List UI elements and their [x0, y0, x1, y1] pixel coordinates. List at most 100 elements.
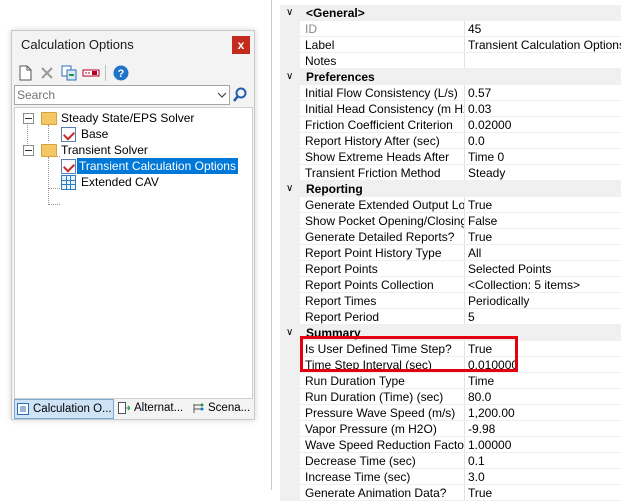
- row-gutter: [280, 261, 300, 277]
- property-value[interactable]: All: [468, 245, 481, 261]
- chevron-down-icon[interactable]: ∨: [286, 181, 296, 197]
- property-row[interactable]: Generate Extended Output Log? True: [280, 197, 621, 213]
- property-value[interactable]: 80.0: [468, 389, 491, 405]
- row-gutter: [280, 309, 300, 325]
- property-row[interactable]: Generate Detailed Reports? True: [280, 229, 621, 245]
- property-value[interactable]: 0.1: [468, 453, 485, 469]
- category-label: <General>: [306, 6, 365, 20]
- row-gutter: [280, 485, 300, 501]
- chevron-down-icon[interactable]: ∨: [286, 325, 296, 341]
- property-value[interactable]: False: [468, 213, 497, 229]
- property-value[interactable]: Steady: [468, 165, 505, 181]
- row-gutter: [280, 357, 300, 373]
- new-document-icon[interactable]: [16, 64, 34, 82]
- close-button[interactable]: x: [232, 36, 250, 54]
- property-row[interactable]: Report Point History Type All: [280, 245, 621, 261]
- property-row[interactable]: Run Duration Type Time: [280, 373, 621, 389]
- property-name: Generate Extended Output Log?: [305, 198, 465, 212]
- property-row[interactable]: Initial Head Consistency (m H2O)0.03: [280, 101, 621, 117]
- property-value[interactable]: 1,200.00: [468, 405, 515, 421]
- property-name: Vapor Pressure (m H2O): [305, 422, 437, 436]
- property-row[interactable]: Pressure Wave Speed (m/s) 1,200.00: [280, 405, 621, 421]
- property-name: Initial Flow Consistency (L/s): [305, 86, 458, 100]
- property-row[interactable]: Decrease Time (sec) 0.1: [280, 453, 621, 469]
- property-value[interactable]: 5: [468, 309, 475, 325]
- delete-icon[interactable]: [38, 64, 56, 82]
- property-row[interactable]: Label Transient Calculation Options: [280, 37, 621, 53]
- property-row[interactable]: Report History After (sec) 0.0: [280, 133, 621, 149]
- duplicate-icon[interactable]: [60, 64, 78, 82]
- property-row[interactable]: Show Pocket Opening/Closing? False: [280, 213, 621, 229]
- tree-item-transient-calculation-options[interactable]: Transient Calculation Options: [15, 158, 245, 174]
- collapse-icon[interactable]: [23, 145, 34, 156]
- property-value[interactable]: 45: [468, 21, 481, 37]
- property-value[interactable]: Transient Calculation Options: [468, 37, 621, 53]
- folder-icon: [41, 144, 57, 157]
- collapse-icon[interactable]: [23, 113, 34, 124]
- property-value[interactable]: Selected Points: [468, 261, 551, 277]
- category-label: Reporting: [306, 182, 363, 196]
- scenarios-icon: [192, 402, 204, 414]
- panel-divider: [271, 0, 272, 490]
- property-value[interactable]: 3.0: [468, 469, 485, 485]
- property-row[interactable]: Transient Friction Method Steady: [280, 165, 621, 181]
- property-row[interactable]: Notes: [280, 53, 621, 69]
- help-icon[interactable]: ?: [112, 64, 130, 82]
- tree-item-extended-cav[interactable]: Extended CAV: [15, 174, 245, 190]
- row-gutter: [280, 373, 300, 389]
- search-icon[interactable]: [232, 86, 248, 104]
- panel-tabs: Calculation O... Alternat... Scena...: [14, 399, 252, 419]
- tree-item-steady-state[interactable]: Steady State/EPS Solver: [15, 110, 245, 126]
- property-row[interactable]: Generate Animation Data? True: [280, 485, 621, 501]
- property-value[interactable]: Periodically: [468, 293, 529, 309]
- property-value[interactable]: 0.02000: [468, 117, 511, 133]
- tab-alternatives[interactable]: Alternat...: [116, 399, 188, 417]
- property-row[interactable]: Report Points Collection <Collection: 5 i…: [280, 277, 621, 293]
- property-name: Pressure Wave Speed (m/s): [305, 406, 456, 420]
- property-value[interactable]: 0.57: [468, 85, 491, 101]
- chevron-down-icon[interactable]: ∨: [286, 69, 296, 85]
- property-value[interactable]: -9.98: [468, 421, 495, 437]
- property-name: Generate Detailed Reports?: [305, 230, 455, 244]
- property-value[interactable]: 0.03: [468, 101, 491, 117]
- column-separator: [464, 229, 465, 245]
- property-row[interactable]: Vapor Pressure (m H2O) -9.98: [280, 421, 621, 437]
- category-general[interactable]: ∨ <General>: [280, 5, 621, 21]
- property-row[interactable]: Run Duration (Time) (sec) 80.0: [280, 389, 621, 405]
- property-value[interactable]: 1.00000: [468, 437, 511, 453]
- svg-text:?: ?: [118, 68, 125, 80]
- row-gutter: [280, 229, 300, 245]
- category-preferences[interactable]: ∨ Preferences: [280, 69, 621, 85]
- property-value[interactable]: Time 0: [468, 149, 504, 165]
- property-name: Report History After (sec): [305, 134, 440, 148]
- search-input[interactable]: [17, 87, 213, 102]
- rename-icon[interactable]: [82, 64, 100, 82]
- property-row[interactable]: Report Period 5: [280, 309, 621, 325]
- tab-scenarios[interactable]: Scena...: [190, 399, 252, 417]
- property-name: Report Period: [305, 310, 380, 324]
- property-row[interactable]: Increase Time (sec) 3.0: [280, 469, 621, 485]
- chevron-down-icon[interactable]: [217, 89, 227, 99]
- tree-item-transient-solver[interactable]: Transient Solver: [15, 142, 245, 158]
- property-row[interactable]: ID 45: [280, 21, 621, 37]
- property-row[interactable]: Show Extreme Heads After Time 0: [280, 149, 621, 165]
- property-name: Label: [305, 38, 335, 52]
- tree-item-base[interactable]: Base: [15, 126, 245, 142]
- property-row[interactable]: Initial Flow Consistency (L/s) 0.57: [280, 85, 621, 101]
- property-value[interactable]: True: [468, 197, 492, 213]
- property-value[interactable]: 0.0: [468, 133, 485, 149]
- tree-item-label: Transient Calculation Options: [77, 158, 238, 174]
- chevron-down-icon[interactable]: ∨: [286, 5, 296, 21]
- property-row[interactable]: Wave Speed Reduction Factor 1.00000: [280, 437, 621, 453]
- property-row[interactable]: Report Times Periodically: [280, 293, 621, 309]
- property-row[interactable]: Report Points Selected Points: [280, 261, 621, 277]
- property-row[interactable]: Friction Coefficient Criterion 0.02000: [280, 117, 621, 133]
- property-value[interactable]: True: [468, 229, 492, 245]
- column-separator: [464, 469, 465, 485]
- tab-calculation-options[interactable]: Calculation O...: [14, 399, 114, 419]
- category-reporting[interactable]: ∨ Reporting: [280, 181, 621, 197]
- property-value[interactable]: <Collection: 5 items>: [468, 277, 580, 293]
- property-value[interactable]: True: [468, 485, 492, 501]
- property-value[interactable]: Time: [468, 373, 494, 389]
- row-gutter: [280, 469, 300, 485]
